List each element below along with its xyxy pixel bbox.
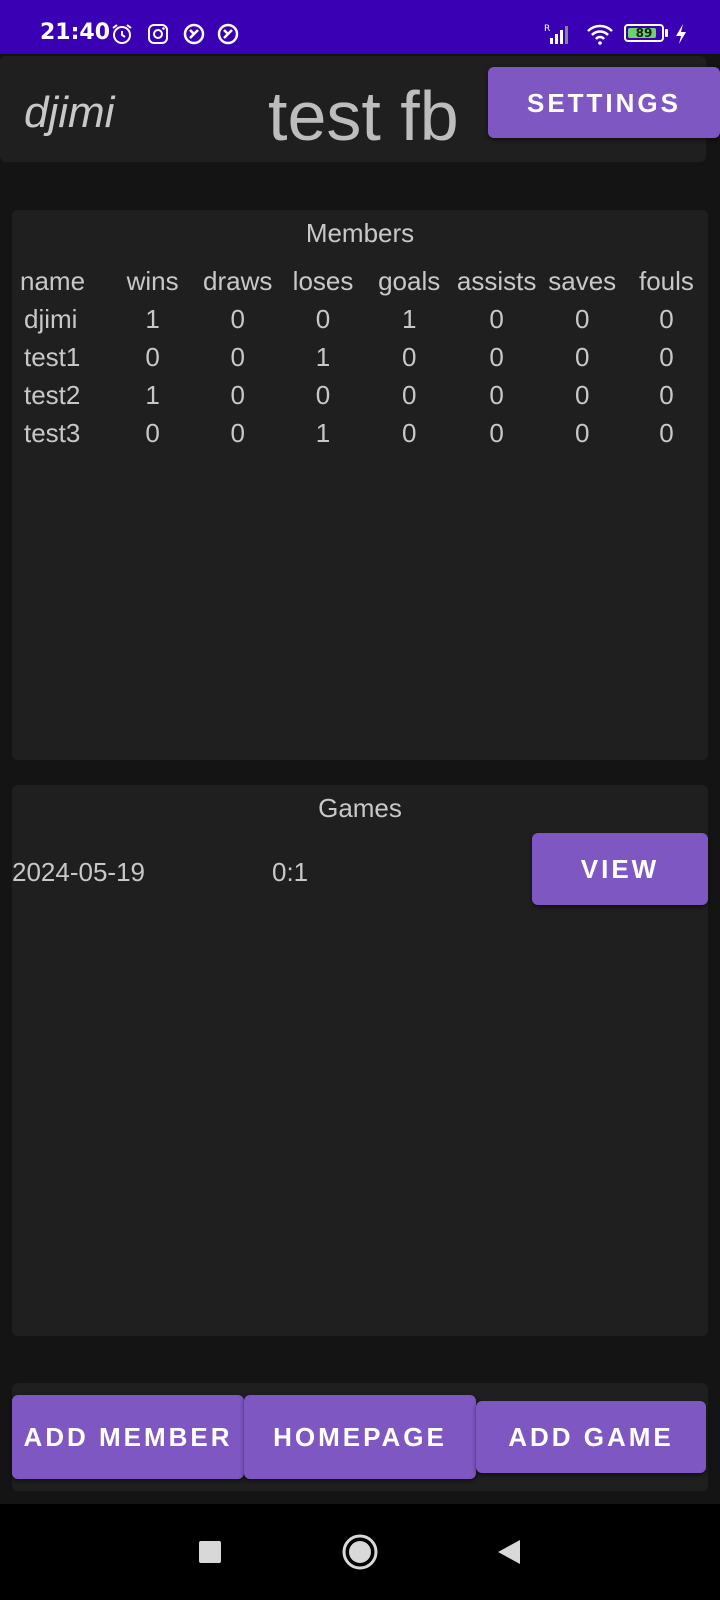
table-cell: 0	[145, 417, 160, 448]
game-date: 2024-05-19	[12, 857, 145, 887]
table-row: djimi 1 0 0 1 0 0 0	[14, 300, 708, 338]
signal-label: R	[544, 24, 550, 34]
column-header-wins: wins	[126, 265, 179, 296]
back-triangle-icon[interactable]	[490, 1532, 530, 1572]
system-nav-bar	[0, 1504, 720, 1600]
table-cell: 1	[145, 379, 160, 410]
table-cell: test2	[24, 379, 81, 410]
table-cell: 0	[230, 417, 245, 448]
table-cell: test1	[24, 341, 81, 372]
view-game-button[interactable]: VIEW	[532, 833, 708, 905]
table-cell: 0	[145, 341, 160, 372]
table-cell: 0	[659, 417, 674, 448]
table-cell: 0	[574, 341, 590, 372]
settings-button[interactable]: SETTINGS	[488, 67, 720, 138]
add-member-button[interactable]: ADD MEMBER	[12, 1395, 244, 1479]
group-title: test fb	[268, 77, 459, 155]
column-header-assists: assists	[456, 265, 537, 296]
table-cell: 0	[574, 417, 590, 448]
table-cell: 0	[401, 379, 417, 410]
user-name: djimi	[24, 88, 115, 137]
notification-icon	[216, 22, 240, 46]
table-cell: 0	[315, 379, 331, 410]
table-cell: 0	[230, 379, 245, 410]
status-time: 21:40	[40, 20, 111, 45]
table-cell: 1	[401, 303, 417, 334]
homepage-button[interactable]: HOMEPAGE	[244, 1395, 476, 1479]
table-header-row: name wins draws loses goals assists save…	[14, 262, 708, 300]
games-panel: Games 2024-05-19 0:1 VIEW	[12, 785, 708, 1336]
game-score: 0:1	[272, 857, 309, 887]
table-cell: 0	[489, 303, 504, 334]
notification-icon	[182, 22, 206, 46]
column-header-name: name	[20, 265, 86, 296]
table-cell: 0	[401, 341, 417, 372]
table-cell: 0	[230, 341, 245, 372]
table-cell: 0	[659, 341, 674, 372]
table-cell: test3	[24, 417, 81, 448]
instagram-icon	[146, 22, 170, 46]
members-table: name wins draws loses goals assists save…	[14, 262, 708, 452]
members-panel: Members name wins draws loses goals assi…	[12, 210, 708, 760]
table-cell: 0	[315, 303, 331, 334]
battery-nub	[665, 29, 668, 37]
table-row: test2 1 0 0 0 0 0 0	[14, 376, 708, 414]
table-cell: 0	[489, 417, 504, 448]
battery-level: 89	[635, 26, 653, 40]
home-circle-icon[interactable]	[340, 1532, 380, 1572]
table-cell: 1	[315, 341, 331, 372]
table-cell: 0	[574, 303, 590, 334]
game-row: 2024-05-19 0:1 VIEW	[12, 833, 708, 905]
add-game-button[interactable]: ADD GAME	[476, 1401, 706, 1473]
alarm-icon	[110, 22, 134, 46]
games-title: Games	[318, 793, 402, 823]
table-cell: 0	[489, 379, 504, 410]
members-title: Members	[305, 218, 415, 248]
column-header-draws: draws	[203, 265, 273, 296]
status-bar: 21:40 R 89	[0, 0, 720, 54]
wifi-icon	[586, 22, 614, 46]
table-row: test3 0 0 1 0 0 0 0	[14, 414, 708, 452]
table-cell: djimi	[24, 303, 78, 334]
table-cell: 1	[145, 303, 160, 334]
table-cell: 0	[659, 379, 674, 410]
table-cell: 0	[574, 379, 590, 410]
table-cell: 0	[401, 417, 417, 448]
column-header-saves: saves	[548, 265, 617, 296]
column-header-goals: goals	[378, 265, 441, 296]
recents-square-icon[interactable]	[190, 1532, 230, 1572]
table-cell: 0	[489, 341, 504, 372]
column-header-fouls: fouls	[638, 265, 694, 296]
column-header-loses: loses	[292, 265, 354, 296]
table-cell: 0	[659, 303, 674, 334]
table-cell: 1	[315, 417, 331, 448]
table-row: test1 0 0 1 0 0 0 0	[14, 338, 708, 376]
table-cell: 0	[230, 303, 245, 334]
battery-icon: 89	[624, 24, 664, 42]
charging-icon	[674, 22, 688, 46]
signal-icon: R	[544, 22, 568, 46]
